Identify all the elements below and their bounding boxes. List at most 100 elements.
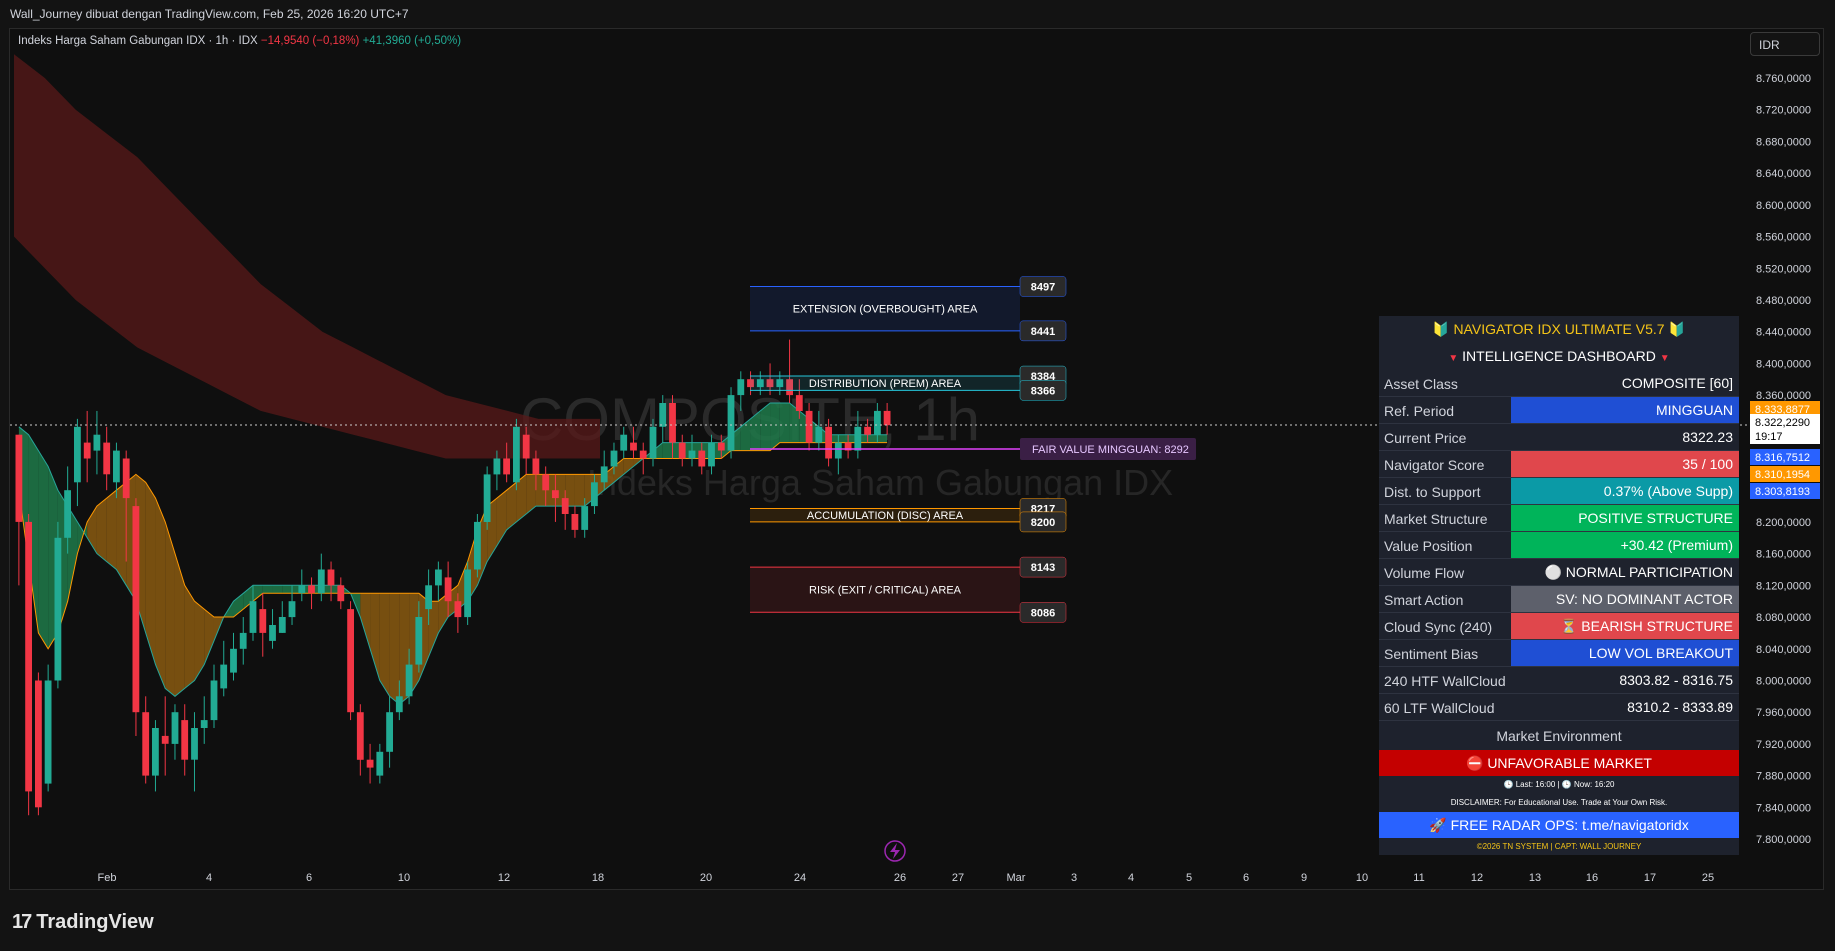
dashboard-row-label: Dist. to Support (1384, 484, 1481, 500)
candle-body (230, 648, 237, 673)
candle-body (825, 426, 832, 459)
zone-label: DISTRIBUTION (PREM) AREA (809, 378, 962, 390)
lightning-icon[interactable] (884, 840, 906, 862)
y-tick-label: 8.040,0000 (1756, 644, 1811, 656)
candle-body (356, 712, 364, 760)
tradingview-logo-text: TradingView (36, 911, 154, 933)
cloud-segment (428, 601, 439, 657)
candle (386, 696, 393, 768)
candle-body (708, 442, 715, 467)
candle-body (376, 751, 384, 776)
dashboard-row-label: Navigator Score (1384, 457, 1485, 473)
y-tick-label: 8.600,0000 (1756, 200, 1811, 212)
candle-body (386, 712, 393, 752)
cloud-segment (379, 593, 390, 697)
candle-body (483, 474, 491, 522)
x-tick-label: 24 (794, 872, 806, 884)
y-tick-label: 8.120,0000 (1756, 580, 1811, 592)
radar-link[interactable]: 🚀 FREE RADAR OPS: t.me/navigatoridx (1379, 812, 1739, 838)
candle-body (44, 680, 52, 784)
candle (74, 418, 81, 507)
zone-tag-text: 8441 (1031, 326, 1055, 338)
candle-body (259, 609, 267, 633)
row-divider (1379, 720, 1739, 721)
candle-body (249, 601, 257, 633)
y-tick-label: 8.560,0000 (1756, 232, 1811, 244)
candle-body (435, 569, 442, 586)
cloud-segment (662, 442, 673, 459)
cloud-segment (96, 498, 107, 562)
cloud-segment (272, 585, 283, 594)
price-tag-text: 8.310,1954 (1755, 469, 1810, 481)
dashboard-row-value: 8322.23 (1511, 424, 1739, 450)
price-tag: 8.303,8193 (1750, 483, 1820, 499)
candle-body (591, 482, 598, 507)
y-tick-label: 8.480,0000 (1756, 295, 1811, 307)
cloud-segment (253, 585, 263, 602)
candle-body (35, 680, 42, 808)
dashboard-row: Sentiment Bias LOW VOL BREAKOUT (1379, 640, 1739, 667)
currency-button[interactable]: IDR (1750, 32, 1820, 56)
candle (356, 704, 364, 776)
cloud-segment (184, 585, 195, 689)
cloud-segment (877, 434, 888, 443)
candle-body (542, 474, 550, 491)
x-tick-label: 12 (498, 872, 510, 884)
y-tick-label: 8.400,0000 (1756, 358, 1811, 370)
zone-tag-text: 8366 (1031, 385, 1055, 397)
y-tick-label: 8.200,0000 (1756, 517, 1811, 529)
price-tag-text: 8.303,8193 (1755, 486, 1810, 498)
candle-body (103, 442, 111, 475)
candle (239, 617, 247, 665)
candle-body (308, 585, 315, 594)
candle (44, 664, 52, 792)
dashboard-row-value: ⏳ BEARISH STRUCTURE CONTEXT (1511, 613, 1739, 660)
chart-legend[interactable]: Indeks Harga Saham Gabungan IDX · 1h · I… (18, 35, 461, 47)
price-tag: 8.322,2290 19:17 (1750, 414, 1820, 444)
candle (83, 410, 91, 483)
candle-body (132, 506, 140, 713)
dashboard-row-label: Asset Class (1384, 376, 1458, 392)
dashboard-row: Smart Action SV: NO DOMINANT ACTOR (1379, 586, 1739, 613)
candle (54, 521, 62, 689)
dashboard-row-label: Volume Flow (1384, 565, 1465, 581)
candle-body (113, 450, 120, 483)
dashboard-row-value: SV: NO DOMINANT ACTOR (1511, 586, 1739, 612)
candle (464, 561, 471, 625)
y-tick-label: 8.360,0000 (1756, 390, 1811, 402)
disclaimer: DISCLAIMER: For Educational Use. Trade a… (1379, 794, 1739, 812)
candle-body (717, 442, 725, 451)
zone-tag-text: 8143 (1031, 562, 1055, 574)
candle-body (161, 735, 169, 744)
y-tick-label: 8.680,0000 (1756, 136, 1811, 148)
zone-tag-text: 8200 (1031, 517, 1055, 529)
tradingview-logo[interactable]: 17 TradingView (12, 911, 154, 934)
candle-body (854, 426, 862, 451)
zone-price-tag: 8086 (1019, 602, 1067, 623)
candle-body (474, 521, 481, 570)
candle-body (142, 712, 150, 776)
candle-body (83, 442, 91, 459)
y-tick-label: 8.000,0000 (1756, 675, 1811, 687)
dashboard-row-value: COMPOSITE [60] (1511, 370, 1739, 396)
zone-tag-text: 8497 (1031, 281, 1055, 293)
candle (200, 696, 208, 744)
change-negative: −14,9540 (−0,18%) (260, 35, 360, 47)
candle-body (581, 506, 589, 530)
candle-body (669, 403, 676, 443)
candle-body (639, 450, 647, 459)
x-tick-label: 27 (952, 872, 964, 884)
x-tick-label: 25 (1702, 872, 1714, 884)
dashboard-subtitle: ▼ INTELLIGENCE DASHBOARD ▼ (1379, 343, 1739, 370)
footer (0, 890, 1835, 951)
candle-body (805, 410, 813, 443)
candle (474, 513, 481, 578)
zone-price-tag: 8366 (1019, 380, 1067, 401)
dashboard-row-value: +30.42 (Premium) (1511, 532, 1739, 558)
candle (259, 593, 267, 657)
candle-body (493, 458, 501, 475)
dashboard-row-label: Current Price (1384, 430, 1467, 446)
dashboard-row-label: Sentiment Bias (1384, 646, 1479, 662)
y-tick-label: 7.800,0000 (1756, 834, 1811, 846)
candle-body (25, 521, 32, 792)
